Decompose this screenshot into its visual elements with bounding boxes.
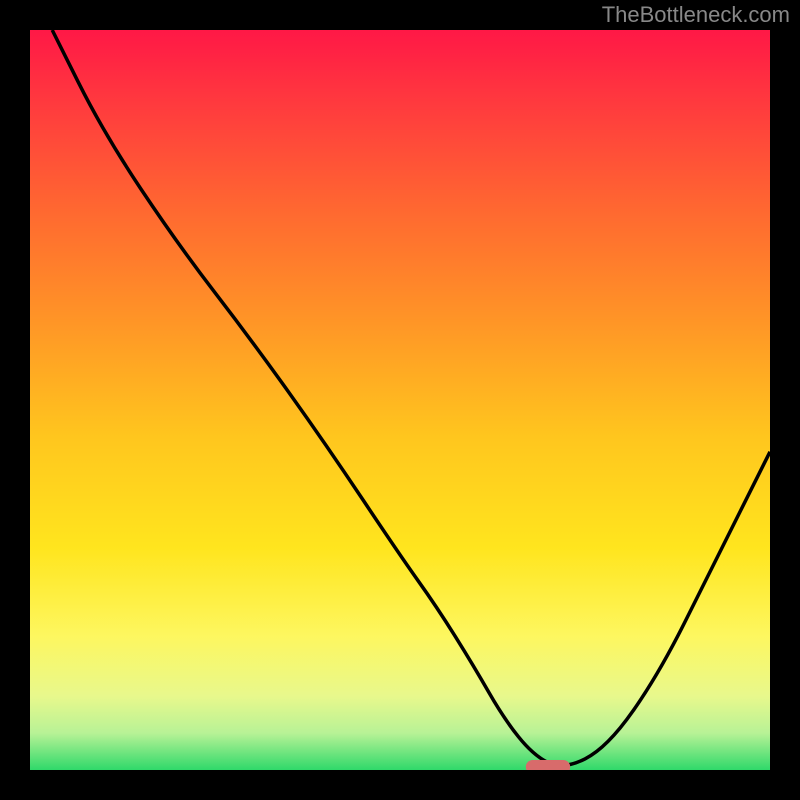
watermark-text: TheBottleneck.com xyxy=(602,2,790,28)
plot-background xyxy=(30,30,770,770)
chart-svg xyxy=(0,0,800,800)
bottleneck-chart: TheBottleneck.com xyxy=(0,0,800,800)
axis-bottom-border xyxy=(0,770,800,800)
axis-left-border xyxy=(0,0,30,800)
